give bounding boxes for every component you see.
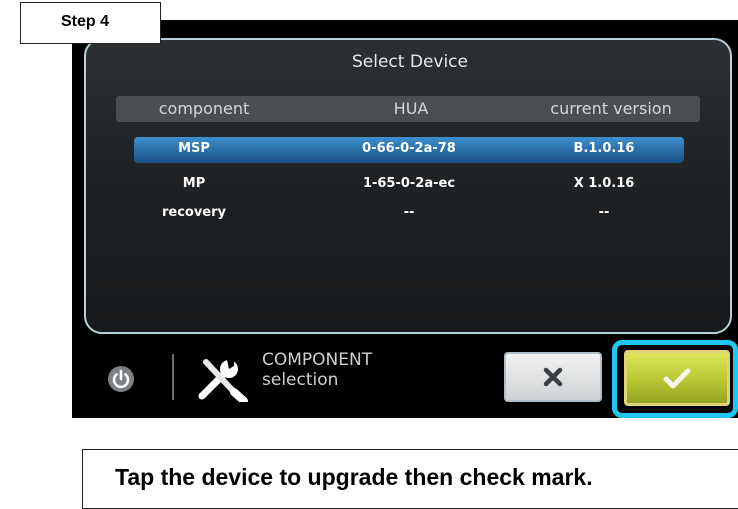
cell-component: MSP xyxy=(178,141,210,156)
column-header: component HUA current version xyxy=(116,96,700,122)
close-icon xyxy=(543,367,563,387)
instruction-text: Tap the device to upgrade then check mar… xyxy=(115,464,593,490)
component-label-line1: COMPONENT xyxy=(262,350,373,370)
cell-hua: 0-66-0-2a-78 xyxy=(362,141,456,156)
device-row-recovery[interactable]: recovery -- -- xyxy=(134,201,684,227)
device-row-mp[interactable]: MP 1-65-0-2a-ec X 1.0.16 xyxy=(134,172,684,198)
instruction-box: Tap the device to upgrade then check mar… xyxy=(82,449,738,509)
bar-divider xyxy=(172,354,174,400)
panel-title: Select Device xyxy=(352,52,468,72)
component-selection-label: COMPONENT selection xyxy=(262,350,372,390)
cell-version: -- xyxy=(598,205,610,220)
cell-version: B.1.0.16 xyxy=(573,141,635,156)
column-header-component: component xyxy=(158,99,250,118)
column-header-version: current version xyxy=(550,99,672,118)
cell-hua: -- xyxy=(403,205,415,220)
cell-component: MP xyxy=(182,176,206,191)
component-label-line2: selection xyxy=(262,370,339,390)
device-row-msp[interactable]: MSP 0-66-0-2a-78 B.1.0.16 xyxy=(134,137,684,163)
step-label: Step 4 xyxy=(61,13,110,30)
confirm-button[interactable] xyxy=(624,350,730,406)
step-label-box: Step 4 xyxy=(20,2,161,44)
cell-hua: 1-65-0-2a-ec xyxy=(362,176,456,191)
checkmark-icon xyxy=(663,368,691,389)
wrench-screwdriver-icon xyxy=(196,356,250,405)
cell-version: X 1.0.16 xyxy=(573,176,635,191)
cancel-button[interactable] xyxy=(504,352,602,402)
cell-component: recovery xyxy=(161,205,227,220)
power-icon xyxy=(112,369,130,389)
select-device-panel: Select Device component HUA current vers… xyxy=(84,38,732,334)
power-button[interactable] xyxy=(108,366,134,392)
column-header-hua: HUA xyxy=(393,99,429,118)
